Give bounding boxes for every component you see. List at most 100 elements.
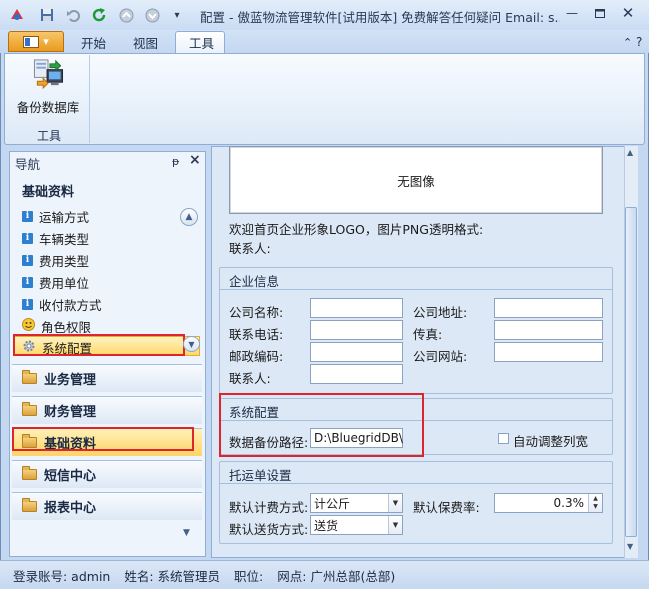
company-zip-label: 邮政编码:: [229, 349, 284, 364]
nav-group-sms[interactable]: 短信中心: [12, 460, 202, 488]
company-phone-field[interactable]: [310, 320, 403, 340]
nav-item-role-permission[interactable]: 角色权限: [22, 316, 187, 336]
smiley-icon: [22, 318, 35, 334]
minimize-button[interactable]: —: [560, 4, 584, 22]
nav-item-payment-method[interactable]: i 收付款方式: [22, 294, 187, 314]
ribbon-group-label: 工具: [36, 129, 61, 143]
info-icon: i: [22, 210, 33, 222]
ribbon-panel: [4, 53, 645, 145]
close-button[interactable]: ✕: [616, 4, 640, 22]
default-billing-select[interactable]: 计公斤 ▼: [310, 493, 403, 513]
default-delivery-label: 默认送货方式:: [229, 522, 309, 537]
highlight-box-basic-data: [12, 427, 194, 451]
nav-item-label: 角色权限: [41, 319, 92, 335]
info-icon: i: [22, 276, 33, 288]
folder-icon: [22, 402, 37, 416]
scrollbar-thumb[interactable]: [625, 207, 637, 537]
nav-scroll-down-icon[interactable]: ▼: [183, 336, 200, 352]
folder-icon: [22, 466, 37, 480]
nav-group-report[interactable]: 报表中心: [12, 492, 202, 520]
company-zip-field[interactable]: [310, 342, 403, 362]
spinner-updown-icon[interactable]: ▲ ▼: [588, 494, 602, 512]
auto-adjust-checkbox[interactable]: [498, 433, 509, 444]
nav-item-vehicle-type[interactable]: i 车辆类型: [22, 228, 187, 248]
tab-tools[interactable]: 工具: [175, 32, 228, 53]
help-icon[interactable]: ?: [636, 35, 642, 49]
up-icon[interactable]: [117, 6, 135, 24]
company-website-field[interactable]: [494, 342, 603, 362]
nav-group-business[interactable]: 业务管理: [12, 364, 202, 392]
folder-icon: [22, 370, 37, 384]
app-logo-icon[interactable]: [8, 6, 26, 24]
tab-view[interactable]: 视图: [119, 32, 172, 53]
company-website-label: 公司网站:: [413, 349, 468, 364]
tab-home[interactable]: 开始: [67, 32, 120, 53]
info-icon: i: [22, 232, 33, 244]
folder-icon: [22, 498, 37, 512]
status-name: 姓名: 系统管理员: [124, 568, 221, 584]
customize-quick-access-icon[interactable]: ▾: [168, 6, 186, 24]
undo-icon[interactable]: [64, 6, 82, 24]
logo-image-box[interactable]: 无图像: [229, 146, 603, 214]
highlight-box-system-config: [13, 334, 185, 356]
default-insurance-spinner[interactable]: 0.3% ▲ ▼: [494, 493, 603, 513]
backup-database-button[interactable]: 备份数据库: [12, 58, 84, 116]
window-title: 配置 - 傲蓝物流管理软件[试用版本] 免费解答任何疑问 Email: s...: [200, 10, 560, 25]
scroll-down-icon[interactable]: ▼: [627, 542, 633, 551]
company-fax-label: 传真:: [413, 327, 443, 342]
database-backup-icon: [33, 59, 64, 89]
default-delivery-select[interactable]: 送货 ▼: [310, 515, 403, 535]
chevron-down-icon[interactable]: ▼: [388, 516, 402, 534]
default-insurance-label: 默认保费率:: [413, 500, 480, 515]
nav-item-label: 车辆类型: [39, 231, 90, 247]
default-billing-label: 默认计费方式:: [229, 500, 309, 515]
status-account: 登录账号: admin: [13, 568, 111, 584]
save-icon[interactable]: [38, 6, 56, 24]
nav-item-transport-mode[interactable]: i 运输方式: [22, 206, 187, 226]
nav-group-label: 短信中心: [44, 469, 97, 484]
refresh-icon[interactable]: [90, 6, 108, 24]
chevron-down-icon[interactable]: ▼: [388, 494, 402, 512]
consignment-settings-title: 托运单设置: [229, 468, 292, 483]
status-site: 网点: 广州总部(总部): [277, 568, 396, 584]
company-contact-label: 联系人:: [229, 371, 271, 386]
info-icon: i: [22, 254, 33, 266]
backup-database-label: 备份数据库: [16, 100, 80, 115]
down-icon[interactable]: [143, 6, 161, 24]
info-icon: i: [22, 298, 33, 310]
image-placeholder-text: 无图像: [397, 173, 435, 189]
nav-group-finance[interactable]: 财务管理: [12, 396, 202, 424]
nav-close-icon[interactable]: ×: [189, 152, 201, 168]
nav-item-label: 运输方式: [39, 209, 90, 225]
nav-item-label: 费用类型: [39, 253, 90, 269]
company-address-field[interactable]: [494, 298, 603, 318]
nav-item-fee-unit[interactable]: i 费用单位: [22, 272, 187, 292]
status-bar: 登录账号: admin 姓名: 系统管理员 职位: 网点: 广州总部(总部): [0, 560, 649, 589]
nav-group-label: 报表中心: [44, 501, 97, 516]
nav-pane-title: 导航: [15, 157, 41, 172]
maximize-button[interactable]: [588, 4, 612, 22]
company-name-field[interactable]: [310, 298, 403, 318]
nav-item-label: 收付款方式: [39, 297, 102, 313]
default-billing-value: 计公斤: [314, 496, 351, 511]
nav-item-fee-type[interactable]: i 费用类型: [22, 250, 187, 270]
app-menu-icon: [23, 35, 40, 48]
logo-hint-text: 欢迎首页企业形象LOGO，图片PNG透明格式:: [229, 222, 484, 237]
nav-group-label: 财务管理: [44, 405, 97, 420]
pin-icon[interactable]: ᵽ: [172, 155, 179, 168]
ribbon-collapse-icon[interactable]: ⌃: [623, 36, 632, 49]
contact-label-top: 联系人:: [229, 241, 271, 256]
company-address-label: 公司地址:: [413, 305, 468, 320]
status-position: 职位:: [234, 568, 264, 584]
company-info-title: 企业信息: [229, 274, 280, 289]
company-contact-field[interactable]: [310, 364, 403, 384]
application-menu-button[interactable]: ▾: [8, 31, 64, 52]
group-divider: [220, 289, 612, 290]
company-fax-field[interactable]: [494, 320, 603, 340]
nav-options-chevron-icon[interactable]: ▼: [183, 528, 190, 538]
default-insurance-value: 0.3%: [553, 496, 585, 510]
nav-group-label: 业务管理: [44, 373, 97, 388]
auto-adjust-label: 自动调整列宽: [513, 434, 589, 449]
company-phone-label: 联系电话:: [229, 327, 284, 342]
scroll-up-icon[interactable]: ▲: [627, 148, 633, 157]
